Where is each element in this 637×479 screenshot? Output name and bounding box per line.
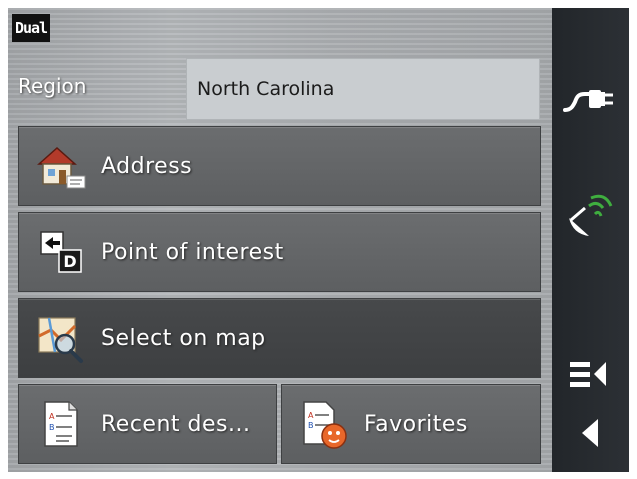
house-icon [37,146,86,189]
region-value: North Carolina [197,78,335,100]
svg-text:D: D [63,252,76,271]
svg-text:B: B [49,423,55,432]
back-arrow-icon[interactable] [576,416,606,450]
address-label: Address [101,153,193,179]
favorites-button[interactable]: A B Favorites [281,384,541,464]
favorites-icon: A B [303,401,347,449]
point-of-interest-label: Point of interest [101,239,284,265]
recent-destinations-label: Recent des... [101,411,251,437]
recent-destinations-button[interactable]: A B Recent des... [18,384,277,464]
favorites-label: Favorites [364,411,468,437]
select-on-map-label: Select on map [101,325,266,351]
power-plug-icon[interactable] [561,80,619,120]
region-field[interactable]: North Carolina [186,58,540,120]
svg-text:A: A [308,411,314,420]
menu-collapse-icon[interactable] [566,358,612,392]
sidebar [552,8,629,472]
recent-list-icon: A B [44,401,78,447]
svg-text:B: B [308,421,314,430]
poi-icon: D [40,231,82,273]
satellite-dish-icon[interactable] [563,190,619,240]
navigation-screen: Dual Region North Carolina Address D Poi… [8,8,629,472]
map-search-icon [38,317,83,363]
select-on-map-button[interactable]: Select on map [18,298,541,378]
destination-menu-panel: Dual Region North Carolina Address D Poi… [8,8,552,472]
region-label: Region [18,74,87,98]
point-of-interest-button[interactable]: D Point of interest [18,212,541,292]
address-button[interactable]: Address [18,126,541,206]
dual-logo: Dual [12,14,50,42]
svg-text:A: A [49,412,55,421]
